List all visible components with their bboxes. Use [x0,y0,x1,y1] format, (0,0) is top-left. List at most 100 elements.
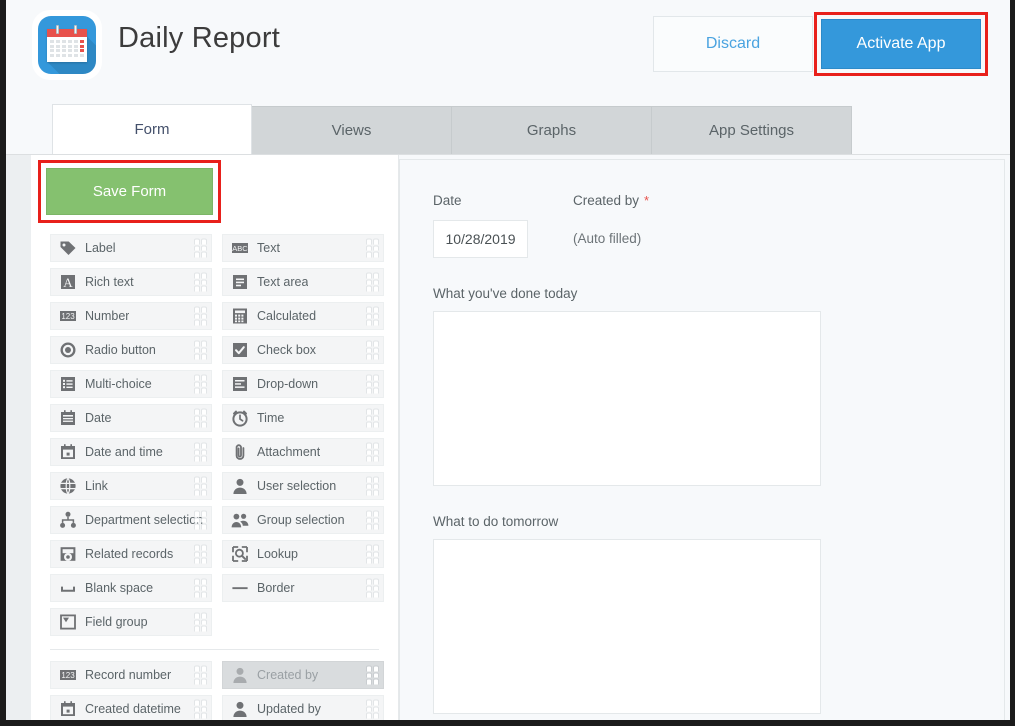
palette-field-label: Check box [257,343,316,357]
palette-field-time[interactable]: Time [222,404,384,432]
palette-field-field-group[interactable]: Field group [50,608,212,636]
date-input[interactable]: 10/28/2019 [433,220,528,258]
drag-handle-icon[interactable] [194,341,207,360]
palette-field-label: Attachment [257,445,320,459]
tab-app-settings[interactable]: App Settings [652,106,852,154]
globe-icon [58,476,78,496]
drag-handle-icon[interactable] [366,239,379,258]
calendar-icon [38,16,96,74]
calculator-icon [230,306,250,326]
dropdown-icon [230,374,250,394]
drag-handle-icon[interactable] [194,666,207,685]
palette-field-radio-button[interactable]: Radio button [50,336,212,364]
discard-button[interactable]: Discard [653,16,813,72]
drag-handle-icon[interactable] [194,273,207,292]
drag-handle-icon[interactable] [366,511,379,530]
drag-handle-icon[interactable] [366,579,379,598]
drag-handle-icon[interactable] [194,239,207,258]
drag-handle-icon[interactable] [194,477,207,496]
border-line-icon [230,578,250,598]
palette-field-text-area[interactable]: Text area [222,268,384,296]
palette-field-attachment[interactable]: Attachment [222,438,384,466]
app-window: Daily Report Discard Activate App Form V… [0,0,1015,726]
palette-field-created-datetime[interactable]: Created datetime [50,695,212,720]
palette-field-number[interactable]: 123Number [50,302,212,330]
date-field-label: Date [433,193,528,208]
calendar-dot-icon [58,699,78,719]
palette-field-rich-text[interactable]: ARich text [50,268,212,296]
drag-handle-icon[interactable] [194,613,207,632]
palette-field-label: Drop-down [257,377,318,391]
created-by-value: (Auto filled) [573,220,649,258]
form-field-created-by: Created by * (Auto filled) [573,193,649,258]
palette-field-label: Label [85,241,116,255]
date-label-text: Date [433,193,462,208]
drag-handle-icon[interactable] [194,545,207,564]
palette-field-label: Department selection [85,513,203,527]
tomorrow-label-text: What to do tomorrow [433,514,558,529]
palette-field-group-selection[interactable]: Group selection [222,506,384,534]
drag-handle-icon[interactable] [366,341,379,360]
abc-icon: ABC [230,238,250,258]
tabs-baseline [6,154,1010,155]
clock-icon [230,408,250,428]
drag-handle-icon[interactable] [194,307,207,326]
123-icon: 123 [58,665,78,685]
palette-field-user-selection[interactable]: User selection [222,472,384,500]
calendar-glyph [47,29,87,62]
tomorrow-textarea[interactable] [433,539,821,714]
drag-handle-icon[interactable] [194,443,207,462]
123-icon: 123 [58,306,78,326]
drag-handle-icon[interactable] [366,443,379,462]
palette-field-link[interactable]: Link [50,472,212,500]
drag-handle-icon[interactable] [366,545,379,564]
palette-field-label: Time [257,411,284,425]
palette-field-label[interactable]: Label [50,234,212,262]
palette-field-date[interactable]: Date [50,404,212,432]
palette-field-department-selection[interactable]: Department selection [50,506,212,534]
palette-field-updated-by[interactable]: Updated by [222,695,384,720]
save-form-button[interactable]: Save Form [46,168,213,215]
app-header: Daily Report Discard Activate App [6,0,1010,98]
activate-app-button[interactable]: Activate App [821,19,981,69]
palette-field-label: Created datetime [85,702,181,716]
calendar-day-grid [47,37,87,60]
drag-handle-icon[interactable] [366,273,379,292]
palette-field-check-box[interactable]: Check box [222,336,384,364]
palette-field-label: Radio button [85,343,156,357]
drag-handle-icon[interactable] [194,579,207,598]
drag-handle-icon[interactable] [366,375,379,394]
palette-field-label: User selection [257,479,336,493]
svg-text:123: 123 [61,671,75,680]
drag-handle-icon[interactable] [194,375,207,394]
drag-handle-icon[interactable] [366,700,379,719]
tab-views[interactable]: Views [252,106,452,154]
form-row-top: Date 10/28/2019 Created by * (Auto fille… [433,193,1004,258]
drag-handle-icon[interactable] [366,477,379,496]
drag-handle-icon[interactable] [366,409,379,428]
palette-field-multi-choice[interactable]: Multi-choice [50,370,212,398]
today-label-text: What you've done today [433,286,577,301]
palette-field-related-records[interactable]: Related records [50,540,212,568]
palette-field-date-and-time[interactable]: Date and time [50,438,212,466]
activate-app-highlight: Activate App [814,12,988,76]
palette-field-record-number[interactable]: 123Record number [50,661,212,689]
palette-field-label: Field group [85,615,148,629]
drag-handle-icon[interactable] [366,307,379,326]
today-textarea[interactable] [433,311,821,486]
palette-field-calculated[interactable]: Calculated [222,302,384,330]
tab-graphs[interactable]: Graphs [452,106,652,154]
drag-handle-icon[interactable] [194,409,207,428]
palette-field-border[interactable]: Border [222,574,384,602]
checkbox-icon [230,340,250,360]
calendar-ring-right [74,25,77,34]
drag-handle-icon[interactable] [194,700,207,719]
palette-field-lookup[interactable]: Lookup [222,540,384,568]
drag-handle-icon[interactable] [366,666,379,685]
palette-field-blank-space[interactable]: Blank space [50,574,212,602]
drag-handle-icon[interactable] [194,511,207,530]
palette-field-text[interactable]: ABCText [222,234,384,262]
tab-form[interactable]: Form [52,104,252,154]
palette-field-drop-down[interactable]: Drop-down [222,370,384,398]
palette-field-created-by: Created by [222,661,384,689]
